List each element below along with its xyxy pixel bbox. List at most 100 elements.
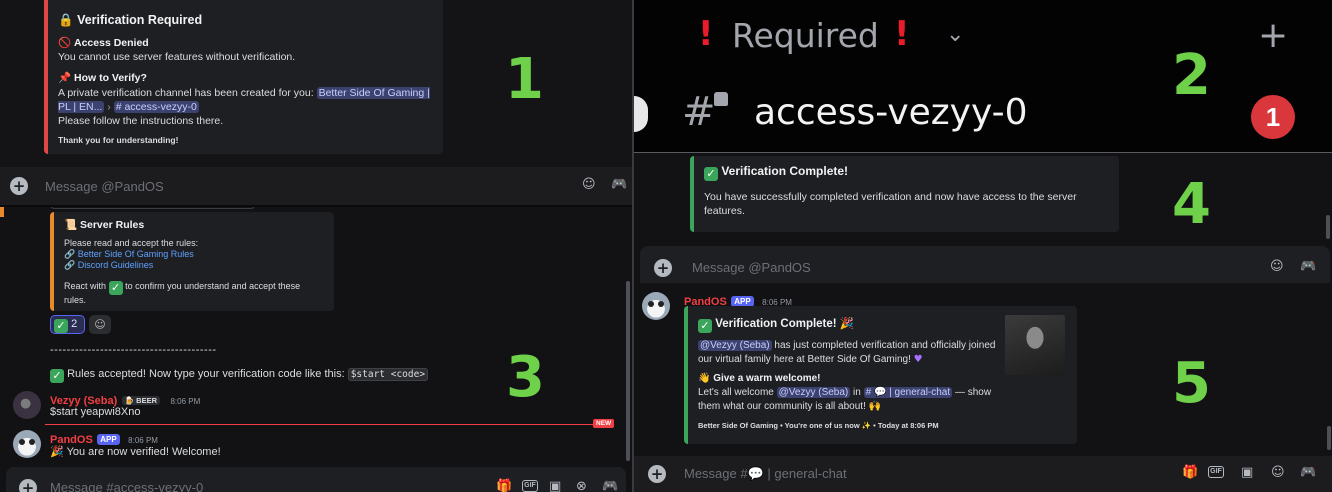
pushpin-icon: 📌 xyxy=(58,72,72,84)
apps-icon[interactable]: ⊗ xyxy=(576,479,587,492)
user-thumbnail-image xyxy=(1005,315,1065,375)
check-reaction[interactable]: ✓ 2 xyxy=(50,315,85,334)
how-to-verify-text: A private verification channel has been … xyxy=(58,87,314,99)
message-input-bar[interactable]: + Message #access-vezyy-0 🎁 GIF ▣ ⊗ 🎮 xyxy=(6,467,626,492)
add-attachment-icon[interactable]: + xyxy=(10,177,28,195)
gift-icon[interactable]: 🎁 xyxy=(1182,465,1198,480)
verification-required-embed: 🔒 Verification Required 🚫 Access Denied … xyxy=(44,0,443,154)
user-message: $start yeapwi8Xno xyxy=(50,406,141,418)
channel-link-chip[interactable]: # access-vezyy-0 xyxy=(113,101,199,113)
code-example: $start <code> xyxy=(347,368,429,381)
how-to-verify-heading: How to Verify? xyxy=(74,72,147,84)
lock-icon: 🔒 xyxy=(58,12,74,27)
scrollbar[interactable] xyxy=(1326,215,1330,239)
panel-number-1: 1 xyxy=(505,47,544,112)
rules-link-2[interactable]: Discord Guidelines xyxy=(78,260,154,270)
gif-icon[interactable]: GIF xyxy=(1208,466,1224,478)
panel-number-2: 2 xyxy=(1172,43,1211,108)
exclamation-icon-right: ! xyxy=(894,14,910,54)
reaction-count: 2 xyxy=(71,318,78,330)
welcome-pre-text: Let's all welcome xyxy=(698,387,774,398)
bot-message: You are now verified! Welcome! xyxy=(66,446,221,458)
message-input[interactable]: Message @PandOS xyxy=(45,179,164,194)
previous-embed-edge xyxy=(50,207,255,209)
chip-separator: › xyxy=(107,101,111,113)
add-attachment-icon[interactable]: + xyxy=(648,465,666,483)
embed-footer: Better Side Of Gaming • You're one of us… xyxy=(698,421,939,430)
thanks-text: Thank you for understanding! xyxy=(58,135,179,145)
panel-4-dm-verification-complete: ✓ Verification Complete! You have succes… xyxy=(634,153,1332,283)
party-popper-icon: 🎉 xyxy=(50,445,64,458)
general-chat-link[interactable]: # 💬 | general-chat xyxy=(863,387,953,398)
rules-title: Server Rules xyxy=(80,219,145,231)
panel-number-4: 4 xyxy=(1172,172,1211,237)
panel-3-verification-channel: 📜 Server Rules Please read and accept th… xyxy=(0,207,632,492)
access-denied-text: You cannot use server features without v… xyxy=(58,51,296,63)
embed-title: Verification Required xyxy=(77,13,203,27)
beer-icon: 🍺 xyxy=(124,396,135,405)
embed-title: Verification Complete! xyxy=(721,164,849,178)
server-rules-embed: 📜 Server Rules Please read and accept th… xyxy=(50,212,334,311)
check-mark-icon: ✓ xyxy=(54,319,68,333)
emoji-icon[interactable]: ☺ xyxy=(1270,259,1284,274)
panel-number-5: 5 xyxy=(1172,351,1211,416)
avatar[interactable] xyxy=(642,292,670,320)
new-messages-divider xyxy=(45,424,600,425)
sticker-icon[interactable]: ▣ xyxy=(1241,465,1253,480)
role-tag-label: BEER xyxy=(136,396,157,405)
react-pre-text: React with xyxy=(64,281,107,291)
gif-icon[interactable]: GIF xyxy=(522,480,538,492)
emoji-icon[interactable]: ☺ xyxy=(1271,465,1285,480)
scrollbar[interactable] xyxy=(626,281,630,461)
message-input-bar[interactable]: + Message @PandOS ☺ 🎮 xyxy=(640,246,1330,283)
message-input[interactable]: Message @PandOS xyxy=(692,260,811,275)
check-mark-icon: ✓ xyxy=(108,281,123,295)
game-controller-icon[interactable]: 🎮 xyxy=(602,479,618,492)
channel-hash-icon: # xyxy=(682,89,716,135)
panel-number-3: 3 xyxy=(506,345,545,410)
avatar[interactable] xyxy=(13,391,41,419)
message-input-bar[interactable]: + Message #💬 | general-chat 🎁 GIF ▣ ☺ 🎮 xyxy=(634,456,1332,492)
panel-5-general-chat-welcome: PandOS APP 8:06 PM ✓ Verification Comple… xyxy=(634,283,1332,492)
message-input[interactable]: Message #access-vezyy-0 xyxy=(50,480,203,492)
rules-link-1[interactable]: Better Side Of Gaming Rules xyxy=(78,249,194,259)
rules-accepted-text: Rules accepted! Now type your verificati… xyxy=(67,368,345,380)
panel-1-dm-verification-required: 🔒 Verification Required 🚫 Access Denied … xyxy=(0,0,632,205)
message-input-bar[interactable]: + Message @PandOS ☺ 🎮 xyxy=(0,167,632,205)
sticker-icon[interactable]: ▣ xyxy=(549,479,561,492)
category-name[interactable]: Required xyxy=(732,16,879,55)
mention-badge: 1 xyxy=(1251,95,1295,139)
scrollbar[interactable] xyxy=(1327,426,1331,450)
unread-indicator xyxy=(634,96,648,132)
chevron-down-icon[interactable]: ⌄ xyxy=(946,22,964,47)
message-input[interactable]: Message #💬 | general-chat xyxy=(684,466,847,482)
game-controller-icon[interactable]: 🎮 xyxy=(1300,259,1316,274)
embed-text: You have successfully completed verifica… xyxy=(704,191,1077,217)
link-icon: 🔗 xyxy=(64,250,76,260)
avatar[interactable] xyxy=(13,430,41,458)
game-controller-icon[interactable]: 🎮 xyxy=(1300,465,1316,480)
emoji-icon[interactable]: ☺ xyxy=(582,177,596,192)
gift-icon[interactable]: 🎁 xyxy=(496,479,512,492)
add-attachment-icon[interactable]: + xyxy=(19,479,37,492)
user-role-tag: 🍺 BEER xyxy=(121,396,160,405)
raising-hands-icon: 🙌 xyxy=(868,401,882,412)
link-icon: 🔗 xyxy=(64,261,76,271)
add-reaction-button[interactable]: ☺ xyxy=(89,315,111,334)
game-controller-icon[interactable]: 🎮 xyxy=(611,177,627,192)
add-channel-icon[interactable]: + xyxy=(1258,18,1288,54)
waving-hand-icon: 👋 xyxy=(698,373,711,384)
channel-lock-icon xyxy=(714,92,728,106)
access-denied-heading: Access Denied xyxy=(74,37,149,49)
channel-name[interactable]: access-vezyy-0 xyxy=(754,92,1028,133)
embed-edge-remnant xyxy=(0,207,4,217)
panel-2-channel-list-zoom: ! Required ! ⌄ + # access-vezyy-0 1 2 xyxy=(634,0,1332,152)
user-mention[interactable]: @Vezyy (Seba) xyxy=(776,387,851,398)
add-attachment-icon[interactable]: + xyxy=(654,259,672,277)
check-mark-icon: ✓ xyxy=(704,167,718,181)
user-mention[interactable]: @Vezyy (Seba) xyxy=(698,340,772,351)
app-tag: APP xyxy=(97,434,120,445)
embed-title: Verification Complete! xyxy=(715,318,837,330)
follow-instructions-text: Please follow the instructions there. xyxy=(58,115,224,127)
exclamation-icon-left: ! xyxy=(698,14,714,54)
